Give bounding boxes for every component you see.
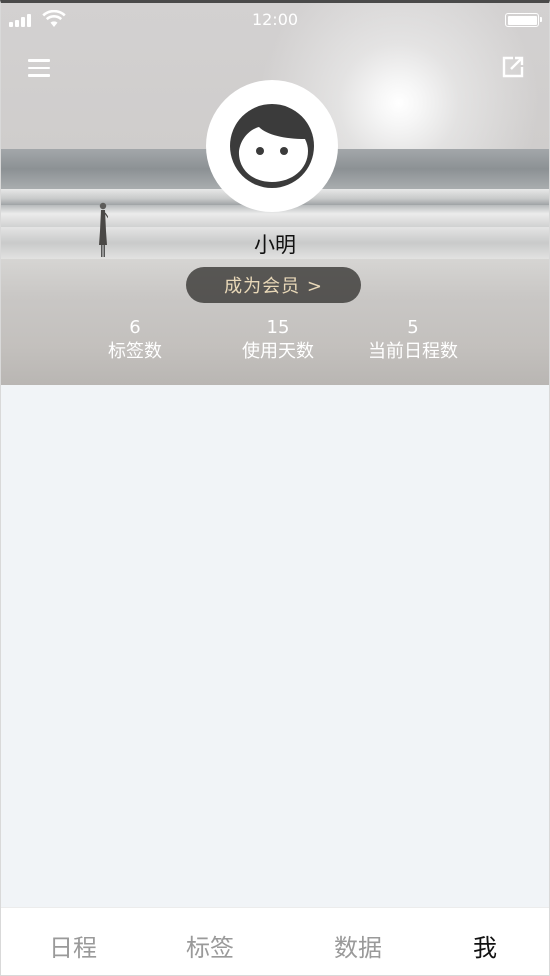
stat-days-used[interactable]: 15 使用天数 bbox=[223, 317, 333, 365]
stat-current-schedules[interactable]: 5 当前日程数 bbox=[353, 317, 473, 365]
face-avatar-icon bbox=[230, 104, 314, 188]
username: 小明 bbox=[254, 233, 296, 257]
avatar[interactable] bbox=[206, 80, 338, 212]
stat-value: 15 bbox=[266, 317, 290, 338]
tab-tags[interactable]: 标签 bbox=[165, 928, 255, 963]
menu-icon[interactable] bbox=[23, 55, 55, 81]
tab-me[interactable]: 我 bbox=[440, 928, 530, 963]
stat-value: 5 bbox=[407, 317, 419, 338]
stat-label: 当前日程数 bbox=[368, 341, 458, 362]
share-icon[interactable] bbox=[499, 53, 527, 81]
stat-tag-count[interactable]: 6 标签数 bbox=[85, 317, 185, 365]
stats-row: 6 标签数 15 使用天数 5 当前日程数 bbox=[1, 317, 549, 369]
stat-label: 标签数 bbox=[108, 341, 162, 362]
status-time: 12:00 bbox=[251, 10, 299, 29]
bottom-tab-bar: 日程 标签 数据 我 bbox=[1, 907, 549, 975]
become-member-button[interactable]: 成为会员 > bbox=[186, 267, 361, 303]
status-bar: 12:00 bbox=[1, 3, 549, 35]
battery-icon bbox=[505, 13, 542, 27]
stat-label: 使用天数 bbox=[242, 341, 314, 362]
tab-schedule[interactable]: 日程 bbox=[28, 928, 118, 963]
app-screen: 12:00 小明 成为会员 > 6 标签数 15 使用天数 5 当前日程数 日程… bbox=[0, 0, 550, 976]
tab-data[interactable]: 数据 bbox=[313, 928, 403, 963]
stat-value: 6 bbox=[129, 317, 141, 338]
